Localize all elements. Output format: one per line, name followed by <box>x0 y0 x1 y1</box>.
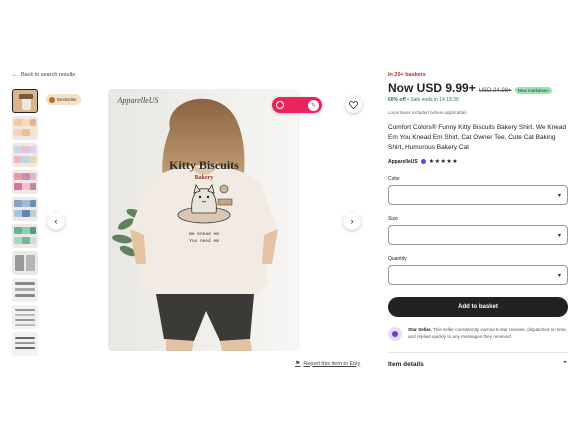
thumbnail[interactable] <box>12 116 38 140</box>
thumbnail[interactable] <box>12 278 38 302</box>
thumbnail[interactable] <box>12 89 38 113</box>
chevron-down-icon: ▾ <box>557 232 561 239</box>
main-product-image: Kitty Biscuits Bakery We knead em You ne… <box>108 89 300 351</box>
in-baskets-text: In 20+ baskets <box>388 72 426 78</box>
rating-stars[interactable]: ★★★★★ <box>429 158 458 165</box>
arrow-left-icon: ← <box>12 72 18 78</box>
quantity-select[interactable]: ▾ <box>388 265 568 286</box>
thumbnail[interactable] <box>12 224 38 248</box>
current-price: Now USD 9.99+ <box>388 81 476 95</box>
flag-icon: ⚑ <box>295 361 301 367</box>
chevron-down-icon: ▾ <box>557 272 561 279</box>
discount-percent: 60% off <box>388 97 406 103</box>
next-image-button[interactable]: › <box>343 212 361 230</box>
divider <box>388 352 568 354</box>
heart-icon <box>349 100 358 109</box>
shop-row: ApparelleUS ★★★★★ <box>388 158 568 166</box>
shirt-headline: Kitty Biscuits <box>169 158 239 172</box>
product-info-panel: In 20+ baskets Now USD 9.99+ USD 24.98+ … <box>388 72 568 368</box>
item-details-label: Item details <box>388 360 424 368</box>
thumbnail[interactable] <box>12 170 38 194</box>
chevron-left-icon: ‹ <box>54 216 58 226</box>
thumbnail[interactable] <box>12 305 38 329</box>
previous-image-button[interactable]: ‹ <box>47 212 65 230</box>
bestseller-label: Bestseller <box>57 97 77 102</box>
add-to-basket-button[interactable]: Add to basket <box>388 297 568 318</box>
back-link-label: Back to search results <box>21 72 76 78</box>
thumbnail-strip <box>12 89 39 356</box>
bestseller-badge: Bestseller <box>46 94 81 105</box>
back-to-search-link[interactable]: ← Back to search results <box>12 72 75 78</box>
shirt-tagline-2: You need em <box>189 238 219 244</box>
circle-icon <box>276 101 284 109</box>
report-item-link[interactable]: ⚑ Report this item to Etsy <box>295 360 361 368</box>
color-select[interactable]: ▾ <box>388 185 568 206</box>
award-icon <box>49 96 55 103</box>
product-photo: Kitty Biscuits Bakery We knead em You ne… <box>108 89 300 351</box>
shirt-tagline-1: We knead em <box>189 231 219 237</box>
new-markdown-badge: New markdown <box>514 87 552 94</box>
original-price: USD 24.98+ <box>478 88 512 94</box>
chevron-up-icon: ⌃ <box>562 361 568 369</box>
report-label: Report this item to Etsy <box>303 360 361 367</box>
watermark-text: ApparelleUS <box>116 96 158 105</box>
thumbnail[interactable] <box>12 332 38 356</box>
quantity-label: Quantity <box>388 256 407 263</box>
taxes-note: Local taxes included (where applicable) <box>388 110 467 115</box>
size-label: Size <box>388 216 398 223</box>
sale-ends: Sale ends in 14:18:30 <box>410 97 459 103</box>
thumbnail[interactable] <box>12 143 38 167</box>
brush-icon: ✎ <box>308 99 319 111</box>
star-seller-badge-icon <box>388 327 402 342</box>
chevron-right-icon: › <box>350 216 354 226</box>
chevron-down-icon: ▾ <box>557 192 561 199</box>
overlay-pill[interactable]: ✎ <box>272 97 322 113</box>
product-title: Comfort Colors® Funny Kitty Biscuits Bak… <box>388 124 567 152</box>
shop-name-link[interactable]: ApparelleUS <box>388 159 418 165</box>
star-seller-description: Star Seller. This seller consistently ea… <box>408 327 568 341</box>
thumbnail[interactable] <box>12 197 38 221</box>
price-row: Now USD 9.99+ USD 24.98+ New markdown <box>388 81 568 95</box>
sale-info: 60% off • Sale ends in 14:18:30 <box>388 97 568 103</box>
color-label: Color <box>388 176 400 183</box>
star-seller-title: Star Seller. <box>408 327 432 333</box>
star-seller-text: This seller consistently earned 5-star r… <box>408 327 567 340</box>
item-details-toggle[interactable]: Item details ⌃ <box>388 360 568 369</box>
thumbnail[interactable] <box>12 251 38 275</box>
favorite-button[interactable] <box>345 96 362 113</box>
star-seller-icon <box>420 159 426 165</box>
size-select[interactable]: ▾ <box>388 225 568 246</box>
shirt-subheadline: Bakery <box>195 175 214 181</box>
star-seller-info: Star Seller. This seller consistently ea… <box>388 327 568 342</box>
